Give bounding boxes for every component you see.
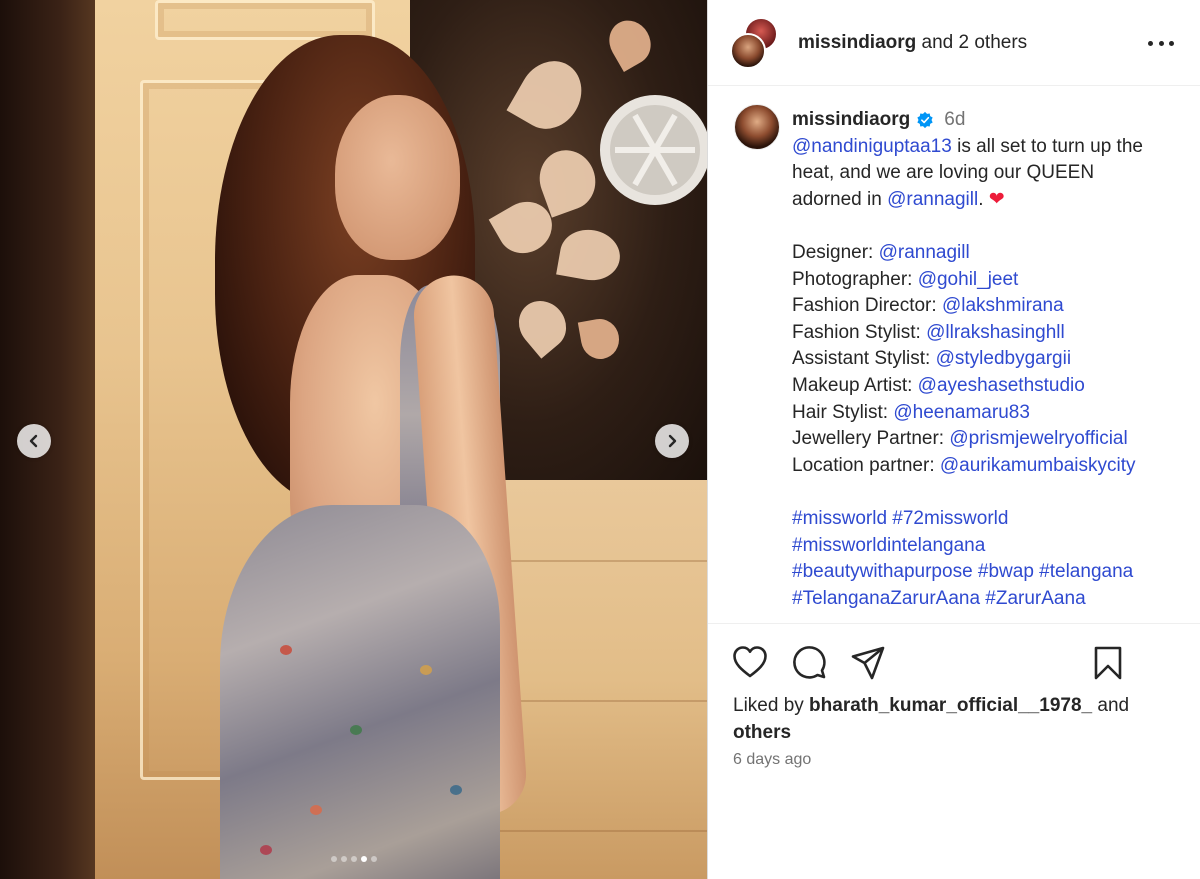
hashtag-line[interactable]: #beautywithapurpose #bwap #telangana bbox=[792, 559, 1192, 586]
header-suffix: and 2 others bbox=[921, 31, 1028, 53]
likes-middle: and bbox=[1092, 695, 1130, 716]
credit-label: Makeup Artist: bbox=[792, 374, 918, 396]
post-sidebar: missindiaorg and 2 others missindiaorg 6… bbox=[707, 0, 1200, 879]
share-button[interactable] bbox=[850, 645, 886, 686]
credit-label: Fashion Stylist: bbox=[792, 321, 927, 343]
comment-button[interactable] bbox=[791, 645, 827, 686]
credit-line: Assistant Stylist: @styledbygargii bbox=[792, 346, 1192, 373]
hashtag-line[interactable]: #missworld #72missworld bbox=[792, 506, 1192, 533]
credit-label: Designer: bbox=[792, 241, 879, 263]
credit-line: Makeup Artist: @ayeshasethstudio bbox=[792, 373, 1192, 400]
likes-summary: Liked by bharath_kumar_official__1978_ a… bbox=[733, 693, 1153, 746]
post-time[interactable]: 6d bbox=[944, 107, 965, 134]
hashtag-line[interactable]: #TelanganaZarurAana #ZarurAana bbox=[792, 586, 1192, 613]
collab-avatars[interactable] bbox=[730, 16, 782, 69]
header-username[interactable]: missindiaorg bbox=[798, 32, 916, 53]
credit-handle-link[interactable]: @gohil_jeet bbox=[918, 269, 1019, 290]
caption-text: is all set to turn up the bbox=[951, 135, 1143, 157]
credit-handle-link[interactable]: @prismjewelryofficial bbox=[949, 428, 1127, 449]
more-options-button[interactable] bbox=[1148, 30, 1174, 56]
caption-line: adorned in @rannagill. ❤ bbox=[792, 187, 1192, 214]
credit-handle-link[interactable]: @aurikamumbaiskycity bbox=[940, 455, 1136, 476]
credit-line: Hair Stylist: @heenamaru83 bbox=[792, 400, 1192, 427]
credit-line: Fashion Stylist: @llrakshasinghll bbox=[792, 320, 1192, 347]
post-actions bbox=[732, 645, 1132, 681]
mention-link[interactable]: @nandiniguptaa13 bbox=[792, 136, 952, 157]
avatar[interactable] bbox=[734, 104, 780, 150]
liked-by-user[interactable]: bharath_kumar_official__1978_ bbox=[809, 695, 1092, 716]
credit-label: Hair Stylist: bbox=[792, 401, 894, 423]
credit-line: Designer: @rannagill bbox=[792, 240, 1192, 267]
bookmark-icon bbox=[1094, 646, 1122, 680]
credit-label: Fashion Director: bbox=[792, 295, 942, 317]
caption-text: . bbox=[978, 188, 984, 210]
mention-link[interactable]: @rannagill bbox=[887, 189, 978, 210]
caption-username[interactable]: missindiaorg bbox=[792, 107, 910, 134]
heart-outline-icon bbox=[733, 646, 767, 678]
chevron-left-icon bbox=[29, 434, 38, 448]
verified-badge-icon bbox=[917, 112, 933, 129]
credit-line: Location partner: @aurikamumbaiskycity bbox=[792, 453, 1192, 480]
carousel-dot bbox=[330, 856, 337, 862]
caption-line: heat, and we are loving our QUEEN bbox=[792, 162, 1095, 184]
likes-prefix: Liked by bbox=[733, 695, 810, 716]
save-button[interactable] bbox=[1092, 645, 1124, 686]
carousel-prev-button[interactable] bbox=[17, 424, 51, 458]
credit-handle-link[interactable]: @lakshmirana bbox=[942, 295, 1064, 316]
post-media[interactable] bbox=[0, 0, 707, 879]
post-timestamp[interactable]: 6 days ago bbox=[733, 751, 811, 769]
send-icon bbox=[851, 646, 885, 680]
credit-handle-link[interactable]: @styledbygargii bbox=[936, 348, 1071, 369]
caption-line: @nandiniguptaa13 is all set to turn up t… bbox=[792, 134, 1192, 161]
carousel-dot bbox=[370, 856, 377, 862]
post-photo bbox=[0, 0, 707, 879]
credits-list: Designer: @rannagill Photographer: @gohil… bbox=[792, 240, 1192, 479]
credit-handle-link[interactable]: @ayeshasethstudio bbox=[918, 375, 1085, 396]
credit-label: Photographer: bbox=[792, 268, 918, 290]
carousel-next-button[interactable] bbox=[655, 424, 689, 458]
liked-by-others[interactable]: others bbox=[733, 722, 791, 743]
credit-line: Photographer: @gohil_jeet bbox=[792, 267, 1192, 294]
credit-line: Fashion Director: @lakshmirana bbox=[792, 293, 1192, 320]
like-button[interactable] bbox=[732, 645, 768, 684]
post-header: missindiaorg and 2 others bbox=[708, 0, 1200, 86]
hashtag-line[interactable]: #missworldintelangana bbox=[792, 533, 1192, 560]
hashtags-block: #missworld #72missworld #missworldintelan… bbox=[792, 506, 1192, 612]
carousel-dot bbox=[340, 856, 347, 862]
carousel-indicator bbox=[0, 856, 707, 862]
comment-icon bbox=[793, 646, 826, 679]
credit-handle-link[interactable]: @rannagill bbox=[879, 242, 970, 263]
caption-text: adorned in bbox=[792, 188, 888, 210]
credit-line: Jewellery Partner: @prismjewelryofficial bbox=[792, 426, 1192, 453]
carousel-dot bbox=[360, 856, 367, 862]
chevron-right-icon bbox=[668, 434, 677, 448]
avatar bbox=[730, 32, 766, 69]
carousel-dot bbox=[350, 856, 357, 862]
header-collaborators[interactable]: missindiaorg and 2 others bbox=[798, 32, 1027, 54]
credit-handle-link[interactable]: @heenamaru83 bbox=[893, 402, 1030, 423]
credit-handle-link[interactable]: @llrakshasinghll bbox=[926, 322, 1065, 343]
credit-label: Location partner: bbox=[792, 454, 940, 476]
more-horizontal-icon bbox=[1148, 40, 1153, 46]
heart-emoji: ❤ bbox=[988, 188, 1005, 210]
credit-label: Jewellery Partner: bbox=[792, 428, 950, 450]
credit-label: Assistant Stylist: bbox=[792, 348, 936, 370]
divider bbox=[708, 623, 1200, 624]
